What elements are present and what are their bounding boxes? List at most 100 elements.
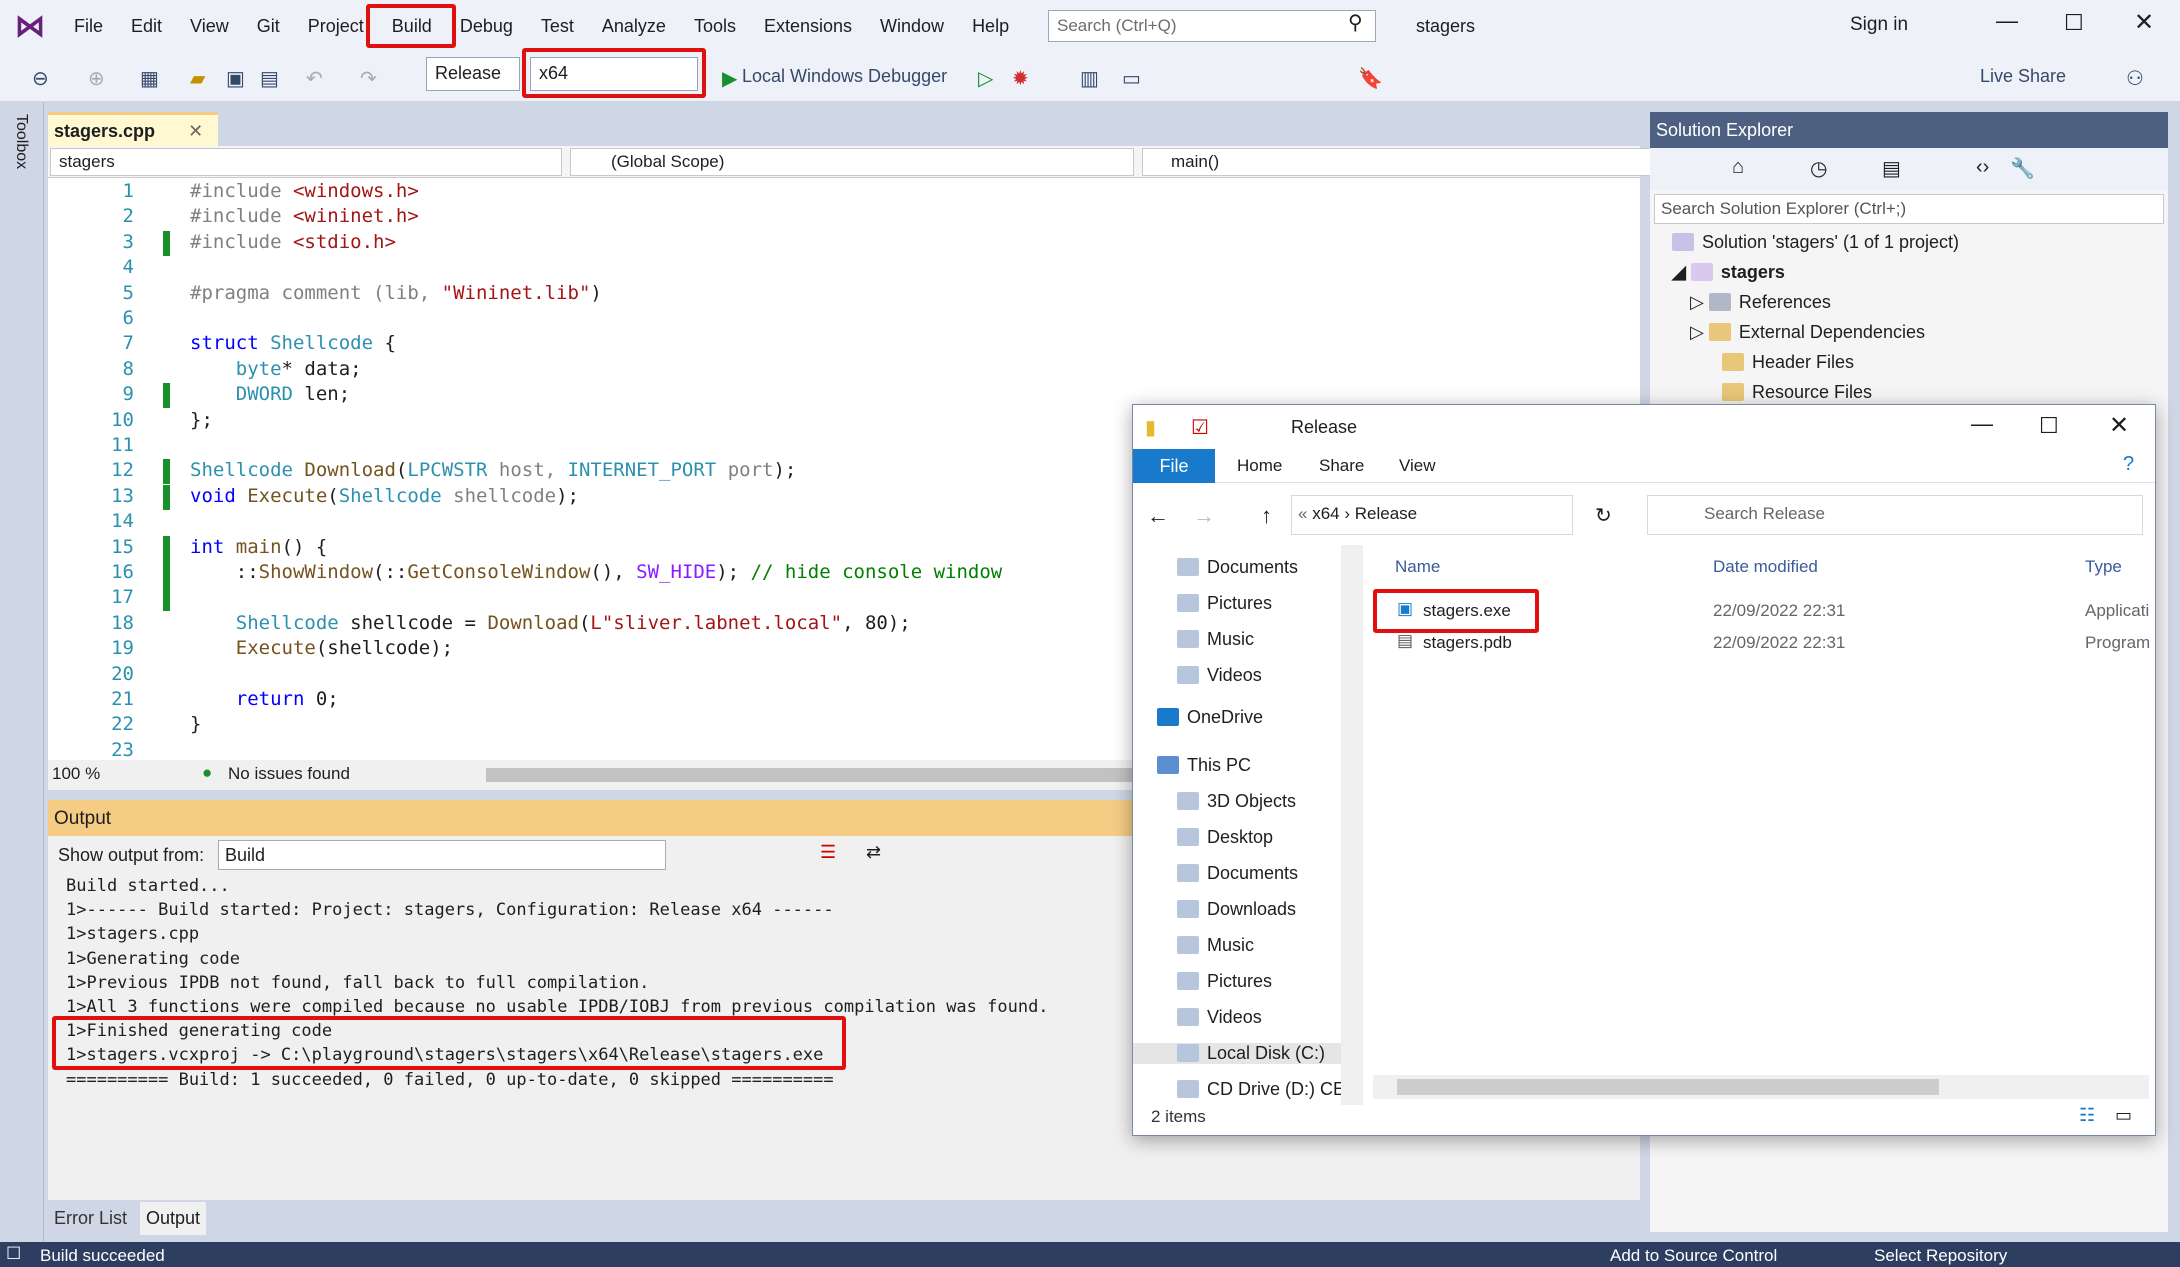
save-all-icon[interactable]: ▤ (260, 66, 279, 91)
code-line[interactable]: }; (190, 409, 213, 431)
nav-scrollbar[interactable] (1341, 545, 1363, 1105)
forward-arrow-icon[interactable]: → (1193, 503, 1215, 529)
collapse-icon[interactable]: ▤ (1882, 156, 1901, 181)
editor-tab-stagers-cpp[interactable]: stagers.cpp ✕ (48, 112, 218, 146)
forward-icon[interactable]: ⊕ (88, 66, 105, 91)
explorer-close-icon[interactable]: ✕ (2109, 411, 2129, 440)
menu-edit[interactable]: Edit (117, 0, 176, 52)
code-line[interactable]: Shellcode Download(LPCWSTR host, INTERNE… (190, 459, 796, 481)
history-icon[interactable]: ◷ (1810, 156, 1827, 181)
help-icon[interactable]: ? (2123, 453, 2134, 476)
hot-reload-icon[interactable]: ✹ (1012, 66, 1029, 91)
clear-all-icon[interactable]: ☰ (820, 842, 836, 863)
issues-status[interactable]: No issues found (228, 764, 350, 784)
code-line[interactable]: byte* data; (190, 358, 362, 380)
bookmark-icon[interactable]: 🔖 (1358, 66, 1383, 91)
address-bar[interactable]: « x64 › Release (1291, 495, 1573, 535)
file-list-hscroll[interactable] (1373, 1075, 2149, 1099)
minimize-icon[interactable]: — (1996, 8, 2018, 34)
redo-icon[interactable]: ↷ (360, 66, 377, 91)
column-type[interactable]: Type (2085, 557, 2122, 577)
zoom-level[interactable]: 100 % (52, 764, 100, 784)
word-wrap-icon[interactable]: ⇄ (866, 842, 881, 863)
column-date[interactable]: Date modified (1713, 557, 1818, 577)
refresh-icon[interactable]: ↻ (1595, 503, 1612, 528)
explorer-minimize-icon[interactable]: — (1971, 411, 1993, 437)
sign-in-link[interactable]: Sign in (1850, 14, 1908, 36)
nav-item[interactable]: Videos (1177, 665, 1262, 686)
nav-item[interactable]: Local Disk (C:) (1133, 1043, 1343, 1064)
live-share-button[interactable]: Live Share (1980, 66, 2066, 87)
menu-analyze[interactable]: Analyze (588, 0, 680, 52)
maximize-icon[interactable]: ☐ (2064, 10, 2084, 36)
global-search-input[interactable]: Search (Ctrl+Q) (1048, 10, 1376, 42)
menu-git[interactable]: Git (243, 0, 294, 52)
menu-test[interactable]: Test (527, 0, 588, 52)
member-dropdown[interactable]: main() (1142, 148, 1656, 176)
open-icon[interactable]: ▰ (190, 66, 205, 91)
code-line[interactable]: #include <wininet.h> (190, 205, 419, 227)
undo-icon[interactable]: ↶ (306, 66, 323, 91)
properties-check-icon[interactable]: ☑ (1191, 415, 1209, 440)
nav-item[interactable]: Downloads (1177, 899, 1296, 920)
menu-debug[interactable]: Debug (446, 0, 527, 52)
nav-item[interactable]: Desktop (1177, 827, 1273, 848)
nav-item[interactable]: Documents (1177, 557, 1298, 578)
menu-window[interactable]: Window (866, 0, 958, 52)
code-line[interactable]: ::ShowWindow(::GetConsoleWindow(), SW_HI… (190, 561, 1002, 583)
toolbox-strip[interactable]: Toolbox (0, 102, 44, 1242)
tab-close-icon[interactable]: ✕ (188, 121, 203, 141)
resource-files-node[interactable]: Resource Files (1722, 382, 1872, 403)
external-deps-node[interactable]: ▷ External Dependencies (1690, 322, 1925, 343)
nav-item[interactable]: Music (1177, 935, 1254, 956)
code-line[interactable]: struct Shellcode { (190, 332, 396, 354)
nav-item[interactable]: CD Drive (D:) CEI (1177, 1079, 1350, 1100)
tiles-view-icon[interactable]: ▭ (2115, 1105, 2132, 1126)
code-line[interactable]: int main() { (190, 536, 327, 558)
code-line[interactable]: } (190, 713, 201, 735)
toolbar-layout-icon[interactable]: ▭ (1122, 66, 1141, 91)
home-icon[interactable]: ⌂ (1732, 156, 1744, 179)
tab-output[interactable]: Output (140, 1202, 207, 1235)
nav-item[interactable]: Documents (1177, 863, 1298, 884)
scope-dropdown[interactable]: (Global Scope) (570, 148, 1134, 176)
solution-node[interactable]: Solution 'stagers' (1 of 1 project) (1672, 232, 1959, 253)
back-icon[interactable]: ⊖ (32, 66, 49, 91)
select-repository[interactable]: Select Repository (1874, 1246, 2007, 1266)
menu-extensions[interactable]: Extensions (750, 0, 866, 52)
nav-item[interactable]: OneDrive (1157, 707, 1263, 728)
up-arrow-icon[interactable]: ↑ (1261, 503, 1272, 529)
ribbon-tab-file[interactable]: File (1133, 449, 1215, 483)
code-line[interactable]: #include <windows.h> (190, 180, 419, 202)
details-view-icon[interactable]: ☷ (2079, 1105, 2095, 1126)
code-line[interactable]: #include <stdio.h> (190, 231, 396, 253)
project-node[interactable]: ◢ stagers (1672, 262, 1785, 283)
column-name[interactable]: Name (1395, 557, 1440, 577)
code-line[interactable]: Execute(shellcode); (190, 637, 453, 659)
nav-item[interactable]: This PC (1157, 755, 1251, 776)
menu-file[interactable]: File (60, 0, 117, 52)
properties-icon[interactable]: 🔧 (2010, 156, 2035, 181)
code-line[interactable]: return 0; (190, 688, 339, 710)
code-line[interactable]: DWORD len; (190, 383, 350, 405)
breadcrumb-release[interactable]: Release (1355, 504, 1417, 523)
close-icon[interactable]: ✕ (2134, 8, 2154, 37)
nav-item[interactable]: 3D Objects (1177, 791, 1296, 812)
ribbon-tab-share[interactable]: Share (1319, 456, 1364, 476)
config-dropdown[interactable]: Release (426, 57, 520, 91)
project-dropdown[interactable]: stagers (50, 148, 562, 176)
horizontal-scrollbar[interactable] (486, 768, 1146, 782)
code-line[interactable]: Shellcode shellcode = Download(L"sliver.… (190, 612, 911, 634)
menu-tools[interactable]: Tools (680, 0, 750, 52)
start-without-debug-icon[interactable]: ▷ (978, 66, 993, 91)
output-source-dropdown[interactable]: Build (218, 840, 666, 870)
nav-item[interactable]: Music (1177, 629, 1254, 650)
save-icon[interactable]: ▣ (226, 66, 245, 91)
explorer-search-input[interactable]: Search Release (1647, 495, 2143, 535)
breadcrumb-x64[interactable]: x64 (1312, 504, 1339, 523)
header-files-node[interactable]: Header Files (1722, 352, 1854, 373)
menu-view[interactable]: View (176, 0, 243, 52)
toolbar-misc-icon[interactable]: ▥ (1080, 66, 1099, 91)
ribbon-tab-home[interactable]: Home (1237, 456, 1282, 476)
code-line[interactable]: void Execute(Shellcode shellcode); (190, 485, 579, 507)
